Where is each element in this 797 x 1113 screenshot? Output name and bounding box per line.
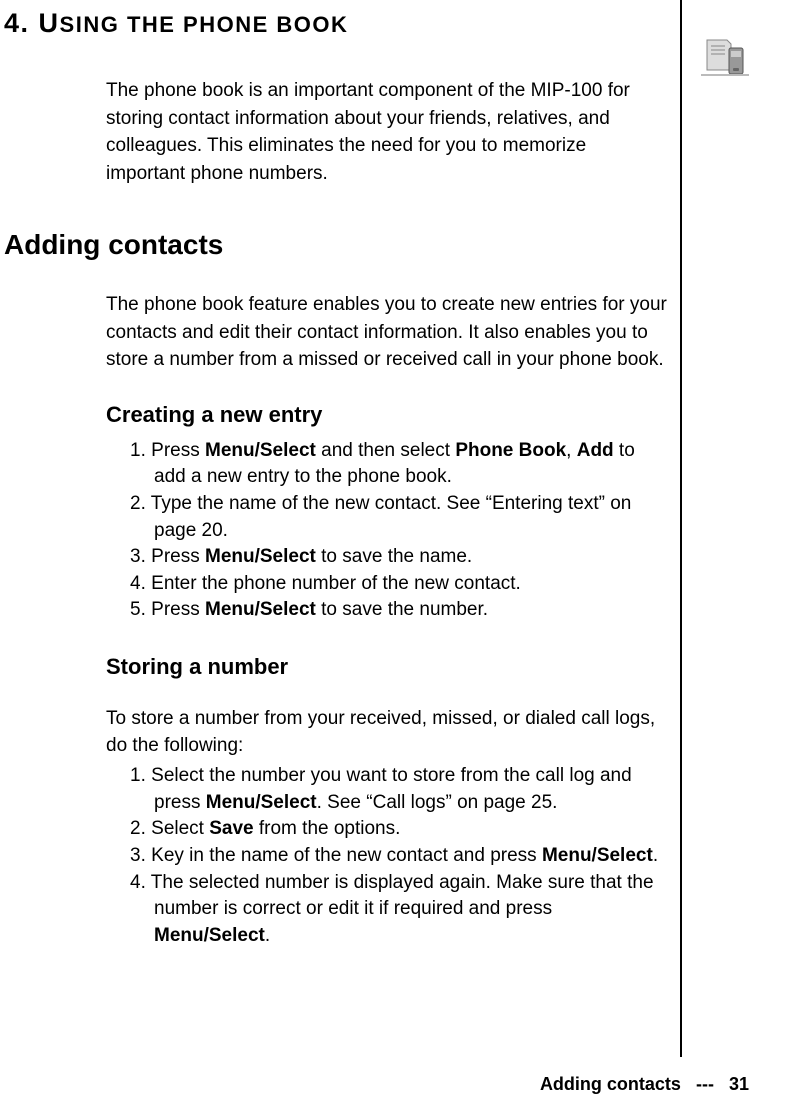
list-item: 1. Press Menu/Select and then select Pho… — [106, 438, 667, 491]
subsection-heading-storing: Storing a number — [106, 654, 667, 680]
storing-paragraph: To store a number from your received, mi… — [106, 706, 667, 759]
content-area: 4. USING THE PHONE BOOK The phone book i… — [0, 0, 797, 949]
list-item: 2. Type the name of the new contact. See… — [106, 491, 667, 544]
section-paragraph: The phone book feature enables you to cr… — [106, 291, 667, 374]
page-footer: Adding contacts --- 31 — [540, 1074, 749, 1095]
section-heading: Adding contacts — [4, 229, 667, 261]
chapter-number: 4. — [4, 8, 30, 38]
list-item: 3. Key in the name of the new contact an… — [106, 843, 667, 870]
footer-page-number: 31 — [729, 1074, 749, 1094]
chapter-title-prefix: U — [39, 8, 60, 38]
page-container: 4. USING THE PHONE BOOK The phone book i… — [0, 0, 797, 1113]
footer-section-label: Adding contacts — [540, 1074, 681, 1094]
list-item: 4. Enter the phone number of the new con… — [106, 571, 667, 598]
chapter-title-rest: SING THE PHONE BOOK — [60, 12, 349, 37]
list-item: 5. Press Menu/Select to save the number. — [106, 597, 667, 624]
list-item: 1. Select the number you want to store f… — [106, 763, 667, 816]
vertical-divider — [680, 0, 682, 1057]
subsection-heading-creating: Creating a new entry — [106, 402, 667, 428]
creating-entry-list: 1. Press Menu/Select and then select Pho… — [106, 438, 667, 624]
chapter-title: 4. USING THE PHONE BOOK — [4, 8, 667, 39]
intro-paragraph: The phone book is an important component… — [106, 77, 667, 187]
list-item: 2. Select Save from the options. — [106, 816, 667, 843]
storing-number-list: 1. Select the number you want to store f… — [106, 763, 667, 949]
phone-book-icon — [701, 36, 749, 76]
list-item: 3. Press Menu/Select to save the name. — [106, 544, 667, 571]
footer-separator: --- — [696, 1074, 714, 1094]
list-item: 4. The selected number is displayed agai… — [106, 870, 667, 950]
